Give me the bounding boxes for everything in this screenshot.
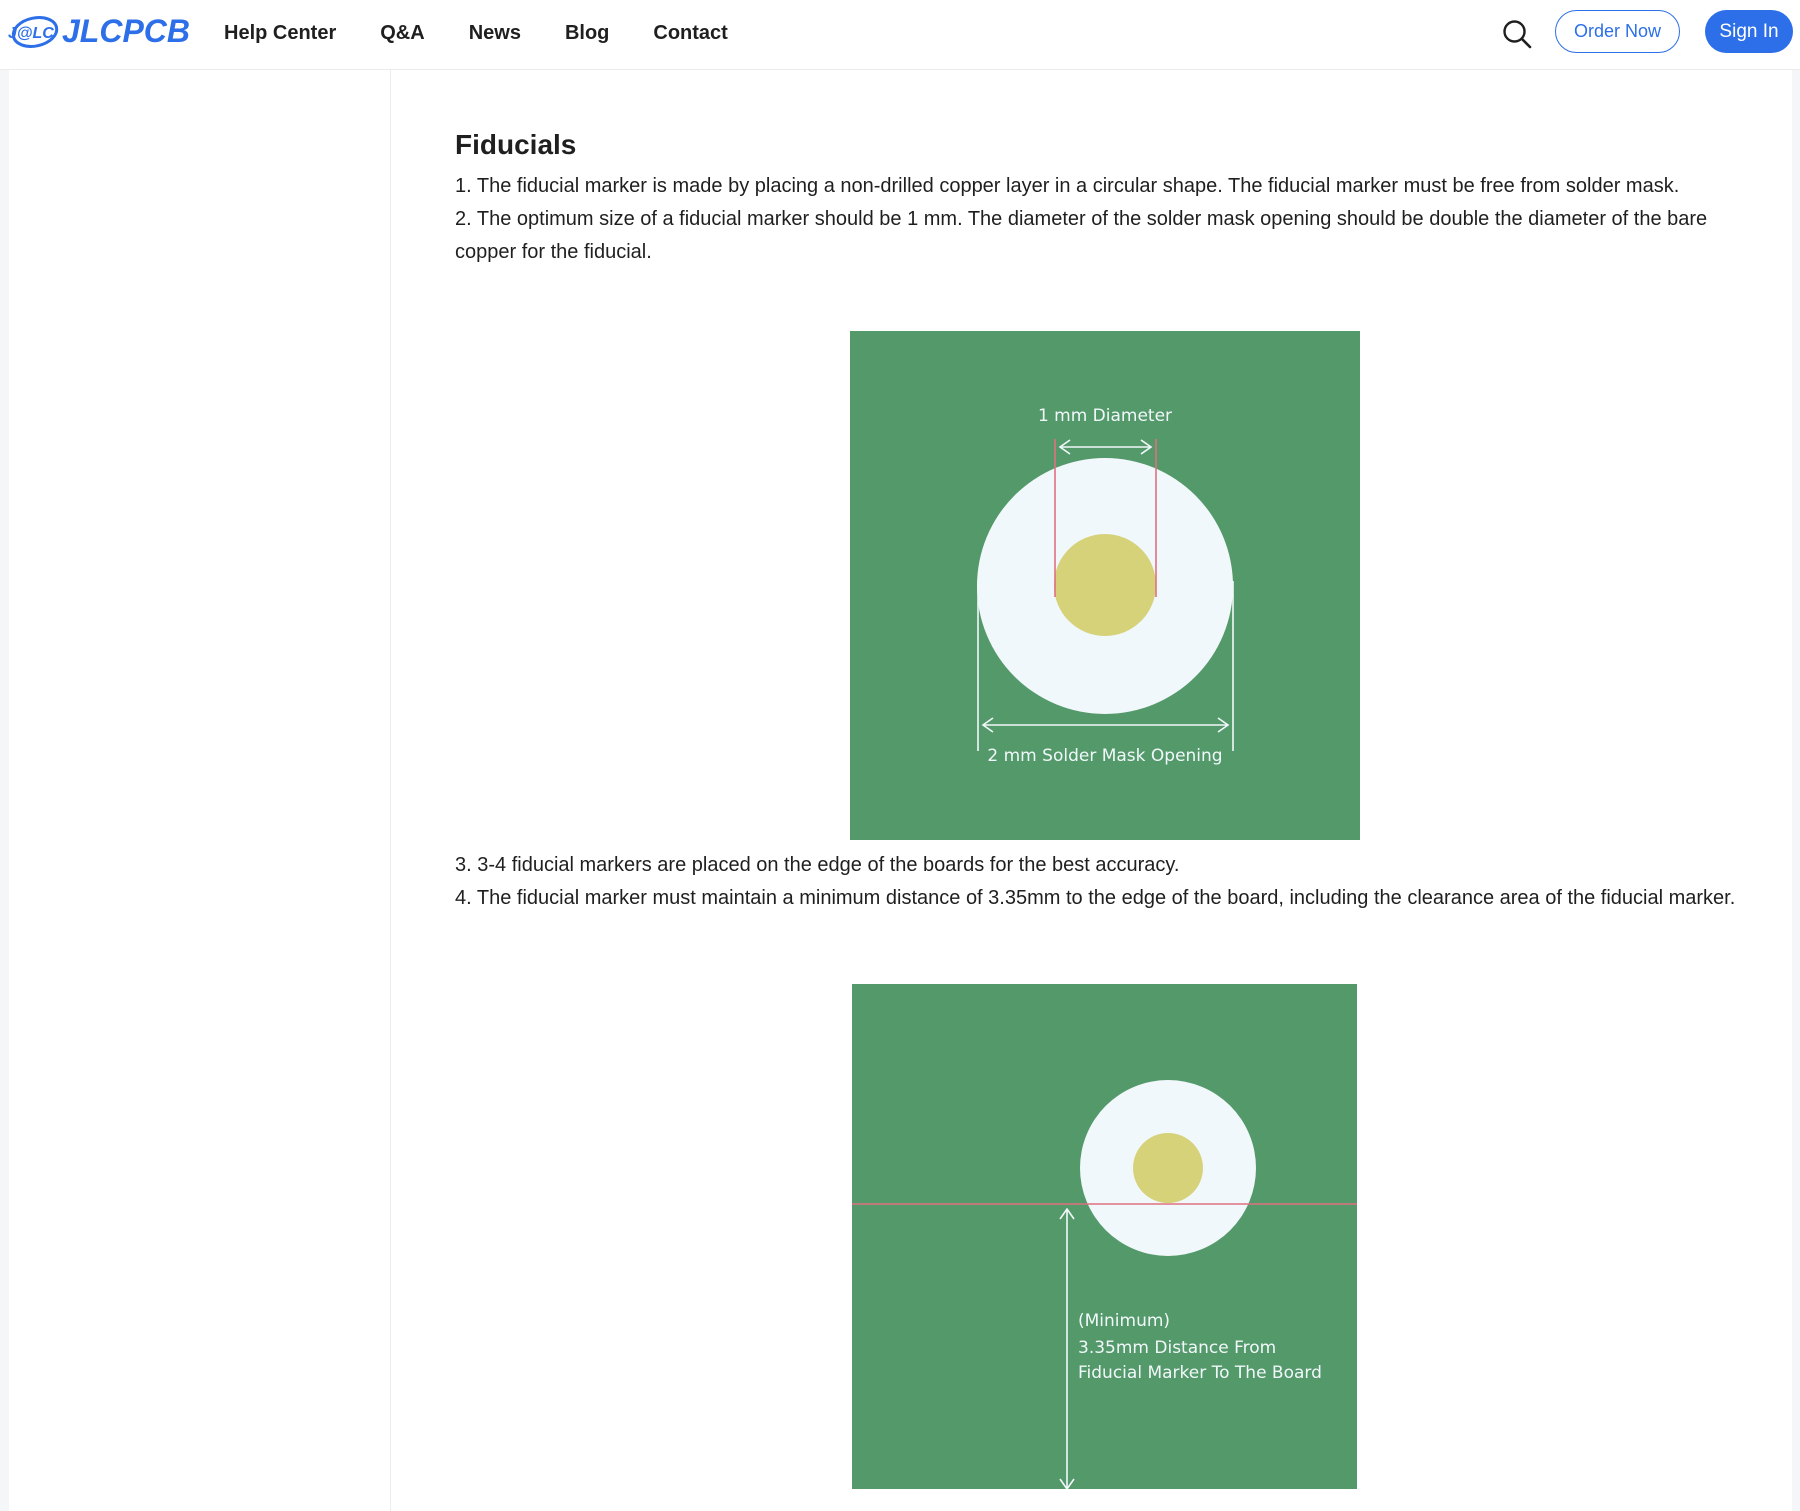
nav-qa[interactable]: Q&A [380,22,424,45]
sign-in-button[interactable]: Sign In [1705,10,1793,53]
paragraph-2: 2. The optimum size of a fiducial marker… [455,208,1708,263]
fiducial-diameter-figure: 1 mm Diameter 2 mm Solder Mask Opening [850,331,1360,840]
distance-label-line-2: Fiducial Marker To The Board [1078,1363,1322,1383]
paragraph-3: 3. 3-4 fiducial markers are placed on th… [455,854,1180,876]
paragraph-1: 1. The fiducial marker is made by placin… [455,175,1680,197]
fiducial-edge-distance-figure: (Minimum) 3.35mm Distance From Fiducial … [852,984,1357,1491]
nav-help-center[interactable]: Help Center [224,22,336,45]
right-page-margin [1792,70,1800,1511]
distance-label-line-1: 3.35mm Distance From [1078,1338,1276,1358]
top-navigation-bar: J@LC JLCPCB Help Center Q&A News Blog Co… [0,0,1800,70]
copper-pad-circle [1133,1133,1203,1203]
diameter-label: 1 mm Diameter [1038,406,1172,426]
search-icon[interactable] [1500,17,1534,51]
left-page-margin [0,70,9,1511]
nav-contact[interactable]: Contact [653,22,727,45]
minimum-label: (Minimum) [1078,1311,1170,1331]
section-title: Fiducials [455,129,577,160]
main-nav: Help Center Q&A News Blog Contact [224,0,772,66]
article-body-continued: 3. 3-4 fiducial markers are placed on th… [455,849,1765,915]
mask-opening-label: 2 mm Solder Mask Opening [987,746,1222,766]
nav-blog[interactable]: Blog [565,22,609,45]
nav-news[interactable]: News [469,22,521,45]
sidebar-panel [9,70,391,1511]
jlcpcb-logo[interactable]: J@LC JLCPCB [8,9,193,57]
paragraph-4: 4. The fiducial marker must maintain a m… [455,887,1736,909]
article-body: Fiducials 1. The fiducial marker is made… [455,120,1765,269]
logo-mark-text: J@LC [8,25,54,42]
logo-wordmark: JLCPCB [62,13,190,49]
copper-pad-circle [1054,534,1156,636]
order-now-button[interactable]: Order Now [1555,10,1680,53]
